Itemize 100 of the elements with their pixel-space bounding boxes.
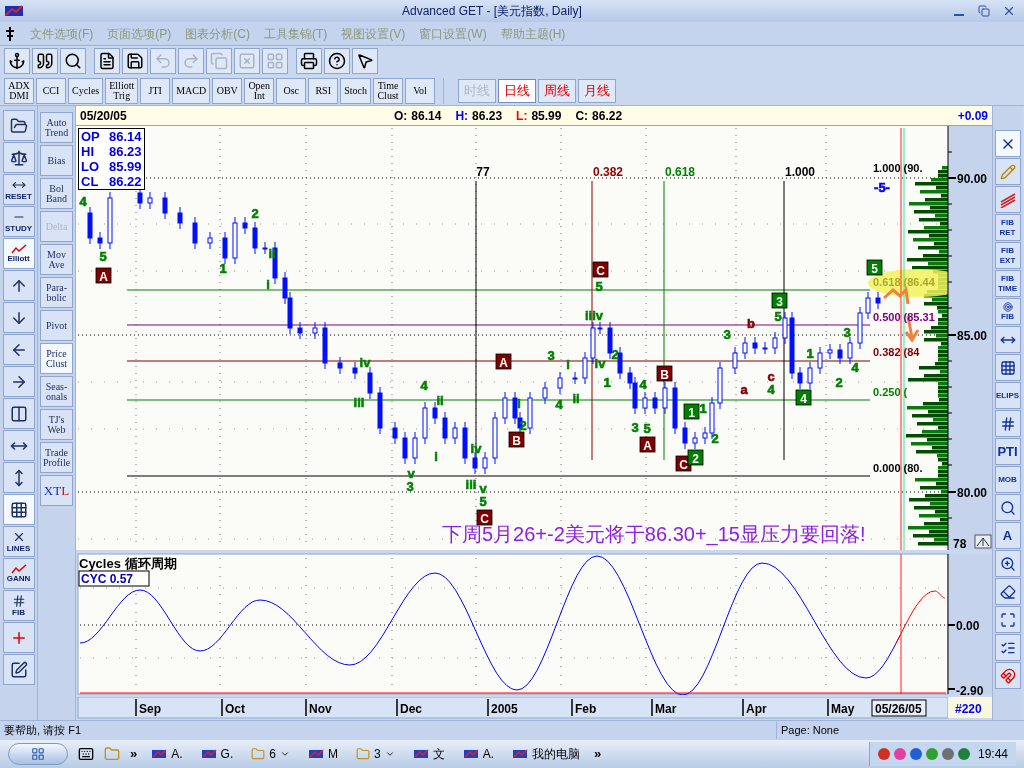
fib-time-label: 0.382 <box>593 165 623 179</box>
taskbar-button[interactable]: 文 <box>408 745 449 763</box>
date-axis-label: Dec <box>400 702 422 716</box>
indicator-button[interactable]: Cycles <box>68 77 104 104</box>
overlay-button[interactable]: XTL <box>40 475 73 506</box>
ohlc-value: 85.99 <box>531 107 562 125</box>
clock-text: 19:44 <box>977 746 1008 763</box>
indicator-button[interactable]: Stoch <box>340 77 371 104</box>
fib-time-label: 0.618 <box>665 165 695 179</box>
drawing-tool-button[interactable]: FIB <box>994 298 1021 325</box>
drawing-tool-button[interactable]: ELIPS <box>994 382 1021 409</box>
taskbar-button[interactable]: M <box>303 745 342 763</box>
tool-button[interactable]: GANN <box>2 558 35 589</box>
indicator-button[interactable]: Open Int <box>244 77 275 104</box>
indicator-button[interactable]: Time Clust <box>373 77 403 104</box>
date-axis-label: Apr <box>746 702 767 716</box>
taskbar-button[interactable]: 我的电脑 <box>507 745 584 763</box>
chart-date: 05/20/05 <box>79 107 128 125</box>
fib-retracement-label: 0.382 (84 <box>873 346 920 358</box>
indicator-button[interactable]: JTI <box>140 77 171 104</box>
wave-label: 4 <box>767 382 775 397</box>
indicator-button[interactable]: Osc <box>276 77 307 104</box>
wave-marker: A <box>495 353 512 370</box>
ohlc-value: 86.23 <box>472 107 503 125</box>
drawing-tool-button[interactable]: FIB EXT <box>994 242 1021 269</box>
indicator-button[interactable]: CCI <box>36 77 66 104</box>
taskbar-button[interactable]: A. <box>147 745 187 763</box>
taskbar-button[interactable]: 6 <box>247 745 294 763</box>
drawing-tool-button[interactable]: MOB <box>994 466 1021 493</box>
wave-label: v <box>407 466 415 481</box>
more-button[interactable]: » <box>130 744 138 764</box>
overlay-button[interactable]: Seas- onals <box>40 376 73 407</box>
tool-button[interactable]: RESET <box>2 174 35 205</box>
wave-marker: C <box>476 509 493 526</box>
wave-label: ii <box>572 391 580 406</box>
wave-marker: 1 <box>683 403 700 420</box>
cycle-reading: CYC 0.57 <box>78 570 150 587</box>
tool-button[interactable]: Elliott <box>2 238 35 269</box>
info-value: 86.22 <box>109 174 142 189</box>
drawing-tool-button[interactable]: FIB TIME <box>994 270 1021 297</box>
drawing-tool-button[interactable]: A <box>994 522 1021 549</box>
tool-button[interactable]: LINES <box>2 526 35 557</box>
ohlc-label: H: <box>455 107 469 125</box>
window-title: Advanced GET - [美元指数, Daily] <box>402 3 582 20</box>
wave-label: 4 <box>79 194 87 209</box>
info-value: 86.23 <box>109 144 142 159</box>
wave-label: 2 <box>251 206 259 221</box>
wave-label: i <box>566 357 570 372</box>
wave-label: 1 <box>603 375 611 390</box>
taskbar-button[interactable]: A. <box>458 745 498 763</box>
price-axis-label: 85.00 <box>957 329 988 343</box>
timeframe-tab[interactable]: 月线 <box>578 78 616 103</box>
taskbar-button[interactable]: 3 <box>351 745 399 763</box>
wave-label: iii <box>465 477 477 492</box>
ohlc-label: O: <box>394 107 408 125</box>
indicator-button[interactable]: OBV <box>212 77 243 104</box>
wave-label: iii <box>353 395 365 410</box>
ohlc-label: L: <box>516 107 528 125</box>
price-change: +0.09 <box>957 107 989 125</box>
wave-label: 5 <box>774 309 782 324</box>
overlay-button[interactable]: Mov Ave <box>40 244 73 275</box>
status-page-field: Page: None <box>776 722 1024 739</box>
timeframe-tab[interactable]: 日线 <box>498 78 536 103</box>
indicator-button[interactable]: RSI <box>308 77 339 104</box>
wave-label: 5 <box>99 249 107 264</box>
ohlc-value: 86.14 <box>411 107 442 125</box>
indicator-button[interactable]: MACD <box>172 77 211 104</box>
wave-label: i <box>434 449 438 464</box>
drawing-tool-button[interactable]: FIB RET <box>994 214 1021 241</box>
overlay-button[interactable]: Auto Trend <box>40 112 73 143</box>
wave-label: 3 <box>406 479 414 494</box>
wave-label: iv <box>470 441 482 456</box>
ohlc-value: 86.22 <box>592 107 623 125</box>
date-axis-label: May <box>831 702 855 716</box>
tool-button[interactable]: FIB <box>2 590 35 621</box>
more-button[interactable]: » <box>593 744 602 764</box>
wave-label: 1 <box>806 346 814 361</box>
wave-marker: A <box>95 267 112 284</box>
wave-label: a <box>740 382 748 397</box>
overlay-button[interactable]: Trade Profile <box>40 442 73 473</box>
info-label: OP <box>81 129 101 144</box>
info-label: CL <box>81 174 100 189</box>
overlay-button[interactable]: Bias <box>40 145 73 176</box>
indicator-button[interactable]: ADX DMI <box>4 77 34 104</box>
indicator-button[interactable]: Elliott Trig <box>105 77 139 104</box>
wave-label: v <box>479 481 487 496</box>
overlay-button[interactable]: TJ's Web <box>40 409 73 440</box>
overlay-button[interactable]: Para- bolic <box>40 277 73 308</box>
overlay-button[interactable]: Price Clust <box>40 343 73 374</box>
taskbar-button[interactable]: G. <box>196 745 238 763</box>
wave-label: -5- <box>874 180 890 195</box>
tool-button[interactable]: STUDY <box>2 206 35 237</box>
wave-label: 4 <box>639 377 647 392</box>
overlay-button[interactable]: Pivot <box>40 310 73 341</box>
overlay-button[interactable]: Bol Band <box>40 178 73 209</box>
wave-label: 5 <box>595 279 603 294</box>
indicator-button[interactable]: Vol <box>405 77 435 104</box>
date-axis-label: Sep <box>139 702 161 716</box>
drawing-tool-button[interactable]: PTI <box>994 438 1021 465</box>
timeframe-tab[interactable]: 周线 <box>538 78 576 103</box>
